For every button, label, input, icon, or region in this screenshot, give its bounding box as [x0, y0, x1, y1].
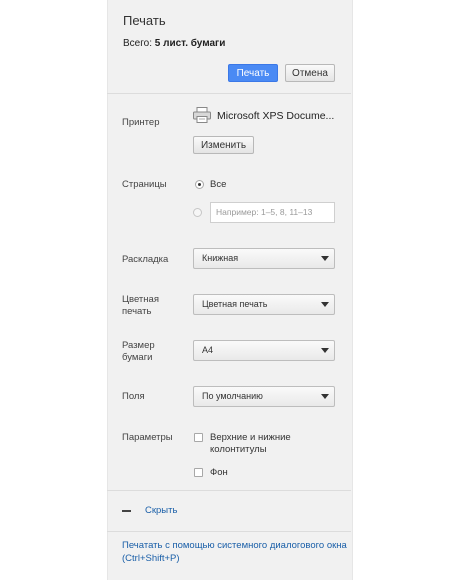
- total-label: Всего:: [123, 38, 152, 49]
- system-dialog-shortcut: (Ctrl+Shift+P): [122, 553, 180, 564]
- print-button[interactable]: Печать: [228, 64, 278, 82]
- paper-size-value: A4: [202, 345, 214, 355]
- options-divider: [107, 490, 351, 491]
- chevron-down-icon: [321, 302, 329, 307]
- print-settings-panel: [107, 0, 353, 580]
- cancel-button[interactable]: Отмена: [285, 64, 335, 82]
- margins-select[interactable]: По умолчанию: [193, 386, 335, 407]
- headers-footers-label-line1: Верхние и нижние: [210, 432, 291, 443]
- dialog-title: Печать: [123, 13, 166, 28]
- color-label-line2: печать: [122, 306, 152, 317]
- layout-label: Раскладка: [122, 254, 169, 265]
- system-dialog-link[interactable]: Печатать с помощью системного диалоговог…: [122, 539, 354, 565]
- pages-label: Страницы: [122, 179, 167, 190]
- color-label: Цветная печать: [122, 294, 159, 318]
- hide-settings-link[interactable]: Скрыть: [145, 505, 177, 516]
- chevron-down-icon: [321, 348, 329, 353]
- options-label: Параметры: [122, 432, 173, 443]
- pages-all-label: Все: [210, 179, 227, 190]
- headers-footers-label: Верхние и нижние колонтитулы: [210, 432, 291, 456]
- chevron-down-icon: [321, 256, 329, 261]
- printer-icon: [193, 107, 211, 123]
- color-select[interactable]: Цветная печать: [193, 294, 335, 315]
- chevron-down-icon: [321, 394, 329, 399]
- headers-footers-checkbox[interactable]: [194, 433, 203, 442]
- system-dialog-line1: Печатать с помощью системного диалоговог…: [122, 540, 347, 551]
- footer-divider: [107, 531, 351, 532]
- paper-size-label: Размер бумаги: [122, 340, 155, 364]
- header-divider: [107, 93, 351, 94]
- background-label: Фон: [210, 467, 228, 478]
- page-range-input[interactable]: Например: 1–5, 8, 11–13: [210, 202, 335, 223]
- printer-label: Принтер: [122, 117, 160, 128]
- total-sheets: Всего: 5 лист. бумаги: [123, 38, 225, 49]
- color-value: Цветная печать: [202, 299, 268, 309]
- paper-size-label-line2: бумаги: [122, 352, 153, 363]
- change-printer-button[interactable]: Изменить: [193, 136, 254, 154]
- background-checkbox[interactable]: [194, 468, 203, 477]
- layout-value: Книжная: [202, 253, 239, 263]
- printer-name: Microsoft XPS Docume...: [217, 110, 335, 122]
- headers-footers-label-line2: колонтитулы: [210, 444, 267, 455]
- paper-size-label-line1: Размер: [122, 340, 155, 351]
- margins-value: По умолчанию: [202, 391, 263, 401]
- pages-all-radio[interactable]: [195, 180, 204, 189]
- margins-label: Поля: [122, 391, 145, 402]
- paper-size-select[interactable]: A4: [193, 340, 335, 361]
- layout-select[interactable]: Книжная: [193, 248, 335, 269]
- pages-range-radio[interactable]: [193, 208, 202, 217]
- minus-icon[interactable]: [122, 510, 131, 512]
- color-label-line1: Цветная: [122, 294, 159, 305]
- total-value: 5 лист. бумаги: [154, 38, 226, 49]
